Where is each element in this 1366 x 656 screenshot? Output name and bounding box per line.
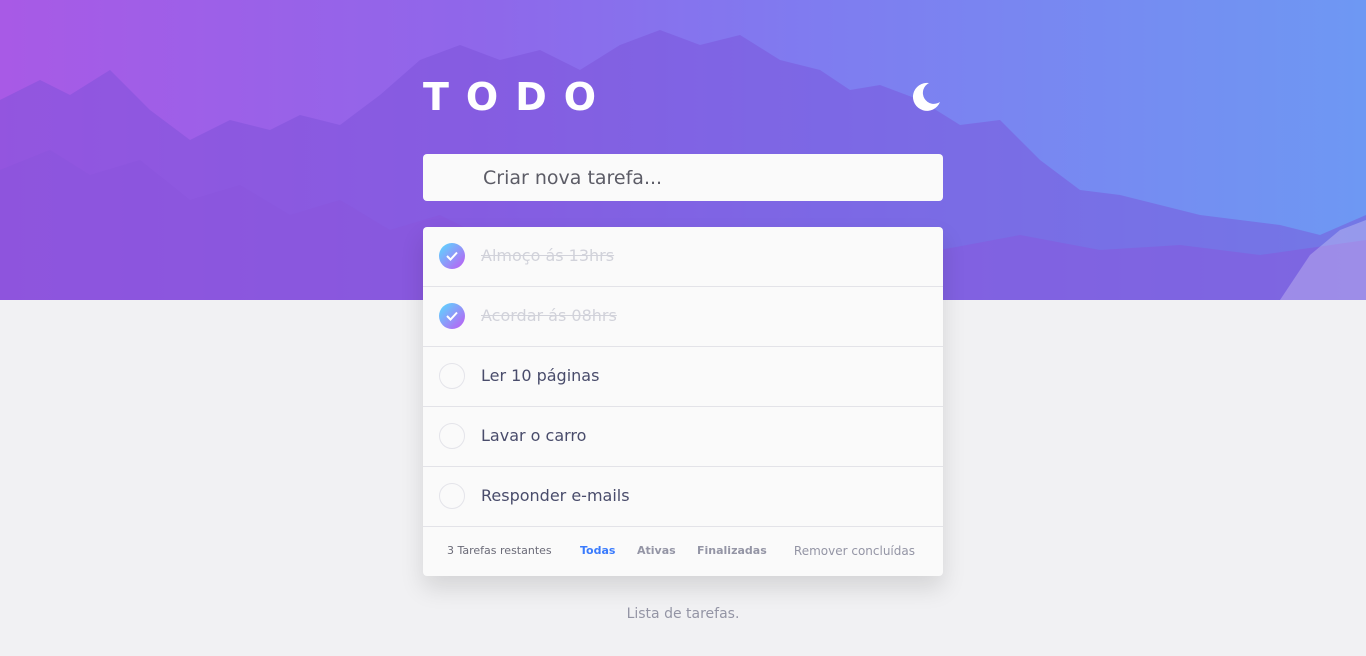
list-item: Acordar ás 08hrs [423, 287, 943, 347]
list-item: Almoço ás 13hrs [423, 227, 943, 287]
list-item: Lavar o carro [423, 407, 943, 467]
header: TODO [423, 74, 943, 120]
task-list: Almoço ás 13hrs Acordar ás 08hrs Ler 10 … [423, 227, 943, 576]
task-label[interactable]: Ler 10 páginas [481, 365, 599, 387]
task-label[interactable]: Lavar o carro [481, 425, 586, 447]
app-title: TODO [423, 75, 614, 119]
task-label[interactable]: Almoço ás 13hrs [481, 245, 614, 267]
filter-active-button[interactable]: Ativas [637, 544, 676, 558]
task-checkbox-checked[interactable] [439, 243, 465, 269]
task-label[interactable]: Acordar ás 08hrs [481, 305, 617, 327]
new-task-field [423, 154, 943, 201]
filter-all-button[interactable]: Todas [580, 544, 615, 558]
task-checkbox[interactable] [439, 363, 465, 389]
list-item: Ler 10 páginas [423, 347, 943, 407]
task-checkbox[interactable] [439, 423, 465, 449]
list-item: Responder e-mails [423, 467, 943, 527]
task-checkbox[interactable] [439, 483, 465, 509]
filter-completed-button[interactable]: Finalizadas [697, 544, 767, 558]
remaining-count: 3 Tarefas restantes [447, 544, 552, 557]
moon-icon[interactable] [909, 80, 943, 114]
task-checkbox-checked[interactable] [439, 303, 465, 329]
check-icon [446, 311, 458, 321]
check-icon [446, 251, 458, 261]
new-task-input[interactable] [423, 154, 943, 201]
page-caption: Lista de tarefas. [626, 606, 740, 622]
list-footer: 3 Tarefas restantes Todas Ativas Finaliz… [423, 527, 943, 576]
clear-completed-button[interactable]: Remover concluídas [794, 544, 915, 558]
task-label[interactable]: Responder e-mails [481, 485, 630, 507]
